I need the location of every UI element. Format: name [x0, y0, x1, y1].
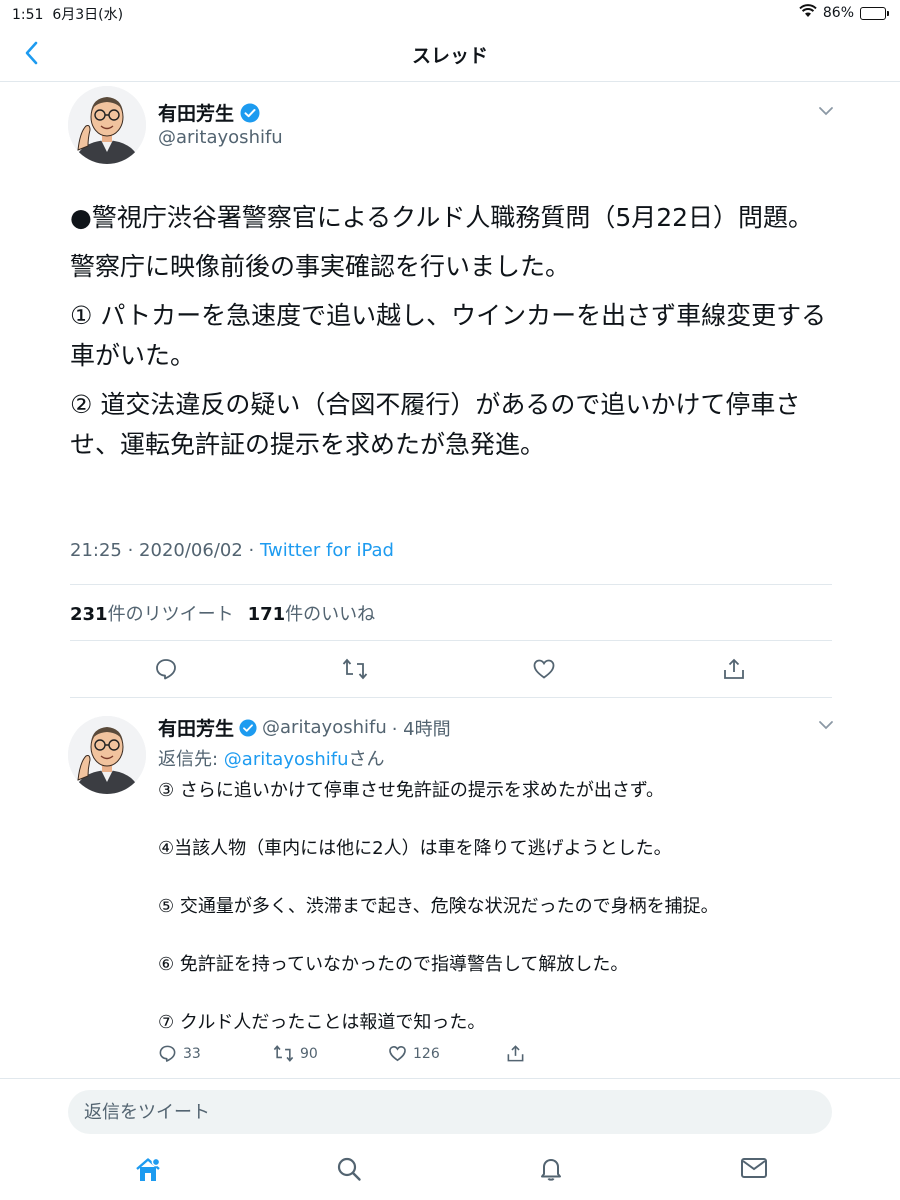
author-display-name[interactable]: 有田芳生: [158, 714, 234, 741]
reply-button[interactable]: 33: [158, 1044, 201, 1063]
verified-badge-icon: [240, 103, 260, 122]
tweet-paragraph: 警察庁に映像前後の事実確認を行いました。: [70, 252, 571, 281]
tweet-paragraph: ① パトカーを急速度で追い越し、ウインカーを出さず車線変更する車がいた。: [70, 301, 827, 370]
replying-to: 返信先: @aritayoshifuさん: [158, 745, 385, 771]
divider: [0, 1078, 900, 1079]
chevron-down-icon[interactable]: [817, 716, 835, 734]
reply-count: 33: [183, 1045, 201, 1062]
replying-to-mention[interactable]: @aritayoshifu: [224, 749, 349, 770]
page-title: スレッド: [411, 45, 488, 67]
reply-author-row: 有田芳生 @aritayoshifu · 4時間: [158, 714, 451, 741]
verified-badge-icon: [239, 718, 257, 737]
share-button[interactable]: [506, 1044, 525, 1063]
chevron-down-icon[interactable]: [817, 102, 835, 120]
tab-bar: [0, 1140, 900, 1200]
reply-icon: [156, 659, 176, 680]
tweet-paragraph: ③ さらに追いかけて停車させ免許証の提示を求めたが出さず。: [158, 780, 665, 801]
avatar[interactable]: [68, 86, 146, 164]
tweet-actions: [70, 657, 832, 683]
author-handle[interactable]: @aritayoshifu: [262, 717, 387, 738]
retweets-label: 件のリツイート: [107, 604, 234, 625]
retweets-count: 231: [70, 604, 108, 625]
retweet-button[interactable]: 90: [273, 1044, 318, 1063]
tab-notifications[interactable]: [538, 1156, 564, 1182]
status-right: 86%: [799, 4, 889, 22]
retweet-button[interactable]: [342, 657, 368, 681]
tweet-time: · 4時間: [391, 718, 451, 740]
like-button[interactable]: 126: [388, 1044, 440, 1063]
retweets-stat[interactable]: 231件のリツイート: [70, 600, 234, 626]
avatar[interactable]: [68, 716, 146, 794]
status-clock: 1:51: [12, 7, 44, 23]
battery-icon: [860, 6, 889, 20]
author-name-row: 有田芳生: [158, 99, 260, 126]
retweet-icon: [342, 658, 368, 680]
tweet-paragraph: ⑤ 交通量が多く、渋滞まで起き、危険な状況だったので身柄を捕捉。: [158, 896, 719, 917]
tweet-paragraph: ⑥ 免許証を持っていなかったので指導警告して解放した。: [158, 954, 629, 975]
tweet-stats: 231件のリツイート 171件のいいね: [70, 600, 375, 626]
divider: [70, 584, 832, 585]
notifications-icon: [541, 1159, 561, 1181]
likes-count: 171: [247, 604, 286, 625]
reply-input[interactable]: [68, 1090, 832, 1134]
status-time: 1:51 6月3日(水): [12, 4, 123, 24]
battery-percent: 86%: [822, 5, 854, 21]
messages-icon: [741, 1158, 767, 1178]
retweet-icon: [273, 1045, 294, 1062]
divider: [70, 697, 832, 698]
tweet-timestamp: 21:25 · 2020/06/02 ·: [70, 540, 260, 561]
share-button[interactable]: [722, 657, 746, 681]
share-icon: [507, 1045, 524, 1062]
tweet-text: ●警視庁渋谷署警察官によるクルド人職務質問（5月22日）問題。 警察庁に映像前後…: [70, 198, 840, 474]
retweet-count: 90: [300, 1045, 318, 1062]
search-icon: [337, 1157, 361, 1181]
home-icon: [136, 1157, 161, 1181]
reply-button[interactable]: [154, 657, 178, 681]
likes-label: 件のいいね: [285, 604, 376, 625]
author-display-name[interactable]: 有田芳生: [158, 99, 234, 126]
wifi-icon: [799, 4, 817, 22]
like-count: 126: [413, 1045, 440, 1062]
divider: [70, 640, 832, 641]
heart-icon: [533, 659, 555, 679]
like-button[interactable]: [532, 657, 556, 681]
tab-search[interactable]: [336, 1156, 362, 1182]
tweet-paragraph: ④当該人物（車内には他に2人）は車を降りて逃げようとした。: [158, 838, 672, 859]
status-date: 6月3日(水): [52, 7, 124, 23]
likes-stat[interactable]: 171件のいいね: [248, 600, 376, 626]
tweet-actions: 33 90 126: [158, 1044, 558, 1068]
tweet-paragraph: ●警視庁渋谷署警察官によるクルド人職務質問（5月22日）問題。: [70, 203, 814, 232]
reply-icon: [159, 1045, 176, 1062]
status-bar: 1:51 6月3日(水) 86%: [0, 0, 900, 26]
nav-bar: スレッド: [0, 26, 900, 82]
author-handle[interactable]: @aritayoshifu: [158, 127, 283, 148]
replying-to-suffix: さん: [348, 749, 385, 770]
tab-messages[interactable]: [740, 1156, 768, 1180]
tab-home[interactable]: [134, 1156, 162, 1184]
tweet-source-link[interactable]: Twitter for iPad: [260, 540, 394, 561]
tweet-timestamp-row: 21:25 · 2020/06/02 · Twitter for iPad: [70, 540, 394, 561]
tweet-paragraph: ② 道交法違反の疑い（合図不履行）があるので追いかけて停車させ、運転免許証の提示…: [70, 390, 801, 459]
tweet-text: ③ さらに追いかけて停車させ免許証の提示を求めたが出さず。 ④当該人物（車内には…: [158, 778, 719, 1068]
share-icon: [724, 658, 744, 679]
heart-icon: [389, 1045, 406, 1062]
replying-to-label: 返信先:: [158, 749, 224, 770]
